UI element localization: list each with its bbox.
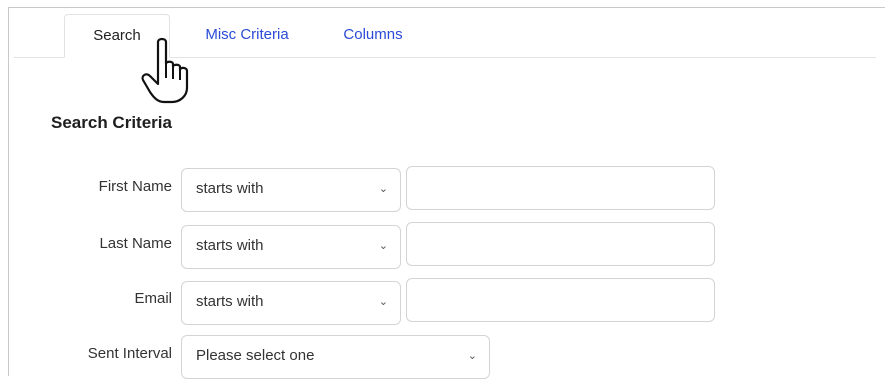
last-name-operator-value: starts with: [196, 237, 264, 254]
sent-interval-value: Please select one: [196, 347, 315, 364]
last-name-operator-select[interactable]: starts with ⌄: [181, 225, 401, 269]
chevron-down-icon: ⌄: [378, 183, 388, 195]
hand-pointer-icon: [141, 37, 189, 104]
sent-interval-label-wrap: Sent Interval: [42, 345, 172, 365]
email-label: Email: [134, 290, 172, 307]
email-operator-value: starts with: [196, 293, 264, 310]
section-title: Search Criteria: [51, 113, 172, 132]
last-name-label-wrap: Last Name: [42, 235, 172, 255]
sent-interval-label: Sent Interval: [87, 345, 172, 362]
tab-columns[interactable]: Columns: [325, 14, 421, 58]
chevron-down-icon: ⌄: [378, 240, 388, 252]
last-name-input[interactable]: [406, 222, 715, 266]
chevron-down-icon: ⌄: [467, 350, 477, 362]
first-name-input[interactable]: [406, 166, 715, 210]
last-name-label: Last Name: [99, 235, 172, 252]
email-label-wrap: Email: [42, 290, 172, 310]
first-name-operator-select[interactable]: starts with ⌄: [181, 168, 401, 212]
sent-interval-select[interactable]: Please select one ⌄: [181, 335, 490, 379]
chevron-down-icon: ⌄: [378, 296, 388, 308]
first-name-label: First Name: [98, 178, 172, 195]
email-operator-select[interactable]: starts with ⌄: [181, 281, 401, 325]
first-name-label-wrap: First Name: [42, 178, 172, 198]
first-name-operator-value: starts with: [196, 180, 264, 197]
email-input[interactable]: [406, 278, 715, 322]
tab-misc-criteria[interactable]: Misc Criteria: [190, 14, 304, 58]
